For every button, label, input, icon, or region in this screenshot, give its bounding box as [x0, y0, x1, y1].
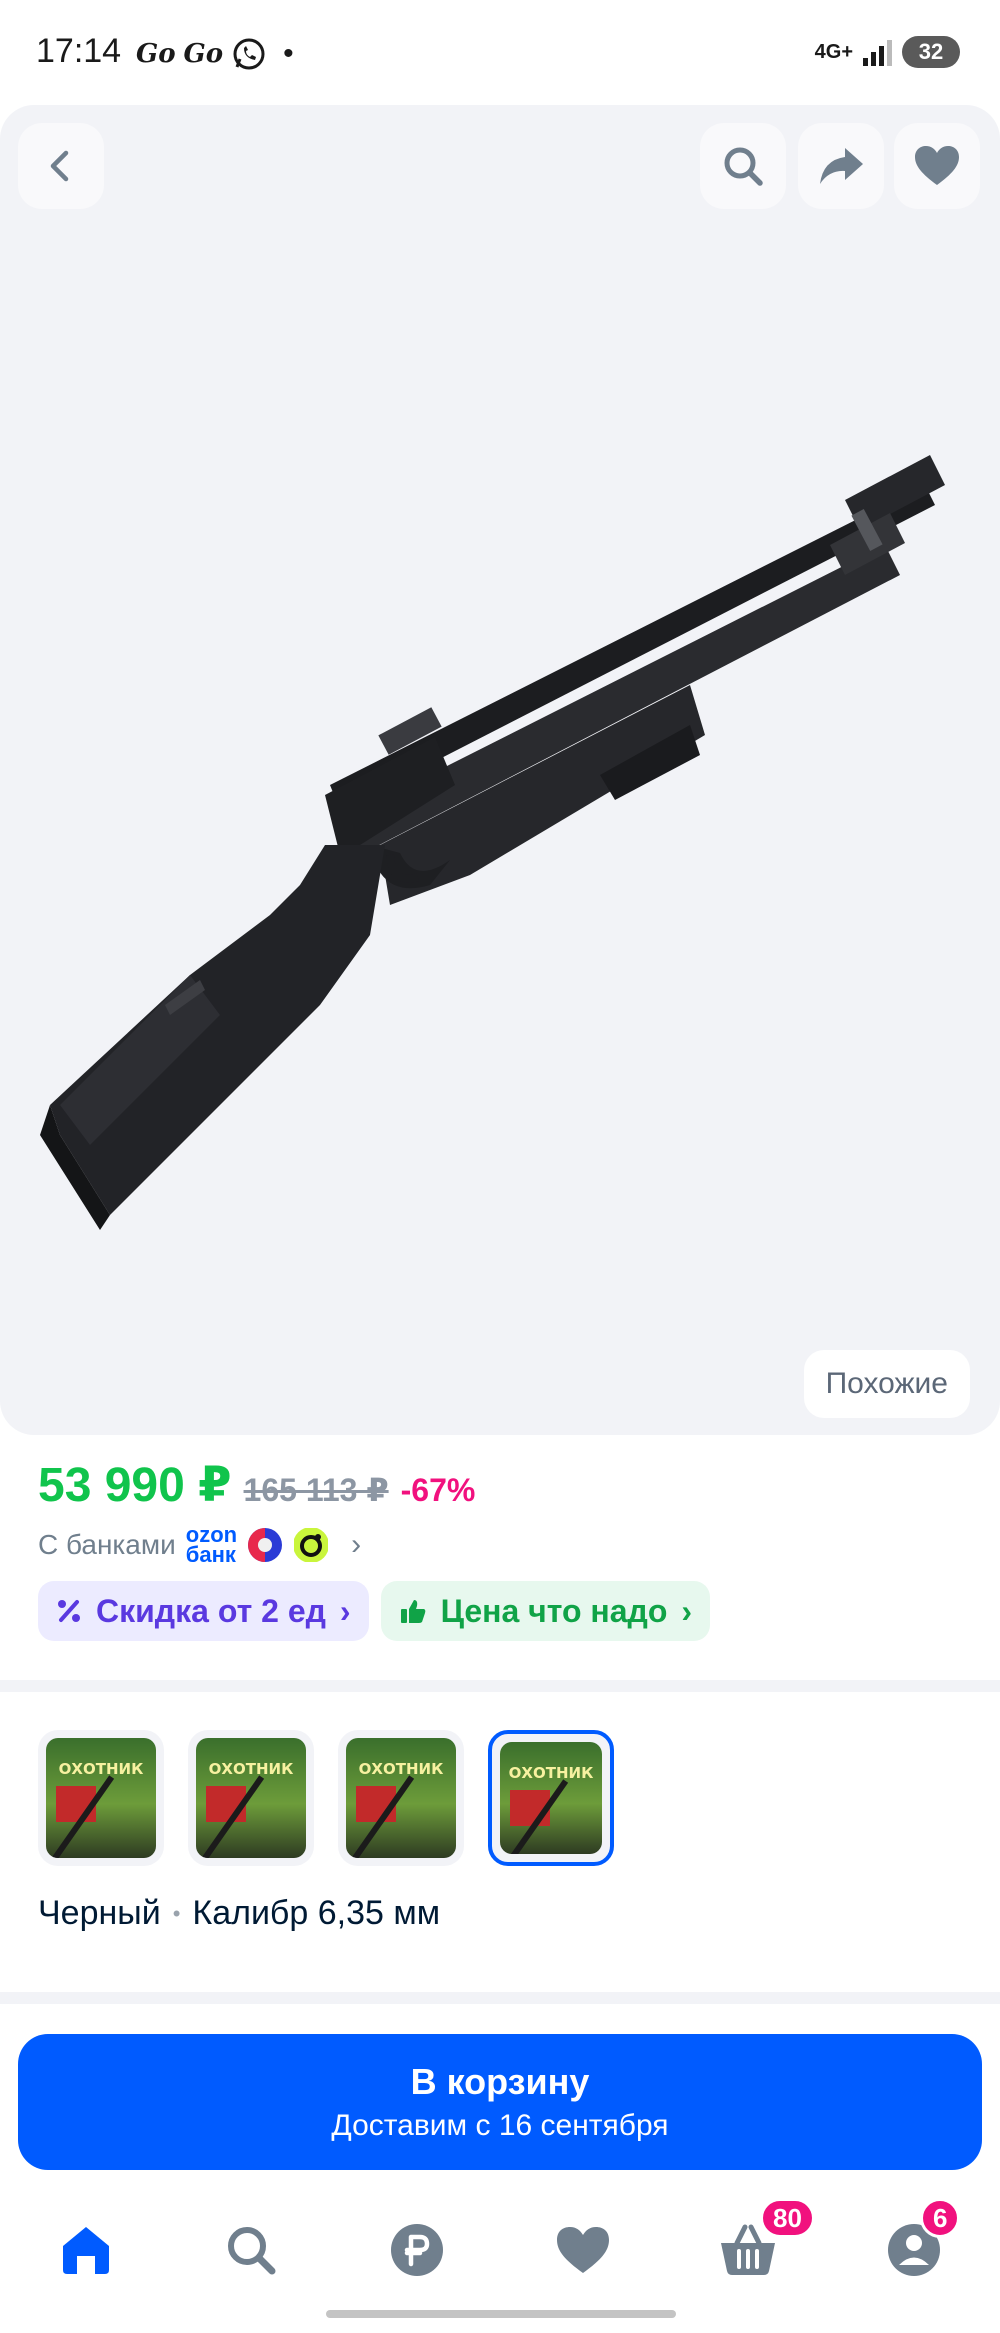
ozon-bank-logo: ozon банк [185, 1524, 237, 1567]
variant-thumbnails: ОХОТНИК ОХОТНИК ОХОТНИК ОХОТНИК [38, 1730, 614, 1866]
variant-thumbnail[interactable]: ОХОТНИК [38, 1730, 164, 1866]
profile-notification-badge: 6 [920, 2198, 961, 2238]
bank-offers-row[interactable]: С банками ozon банк › [38, 1524, 362, 1567]
good-price-label: Цена что надо [440, 1592, 668, 1629]
back-button[interactable] [18, 123, 104, 209]
add-to-cart-button[interactable]: В корзину Доставим с 16 сентября [18, 2034, 982, 2170]
product-image-air-rifle [40, 455, 945, 1230]
ozon-bank-logo-line2: банк [185, 1542, 236, 1567]
variant-thumbnail[interactable]: ОХОТНИК [188, 1730, 314, 1866]
promo-badges: Скидка от 2 ед › Цена что надо › [38, 1581, 711, 1641]
cart-count-badge: 80 [760, 2198, 815, 2238]
chevron-right-icon: › [681, 1592, 693, 1629]
variants-card: ОХОТНИК ОХОТНИК ОХОТНИК ОХОТНИК Черный • [0, 1692, 1000, 1992]
thumbnail-title: ОХОТНИК [58, 1760, 144, 1778]
thumbs-up-icon [400, 1600, 425, 1623]
favorite-button[interactable] [894, 123, 980, 209]
banks-label: С банками [38, 1529, 176, 1560]
nav-home[interactable] [46, 2210, 126, 2290]
nav-profile[interactable]: 6 [874, 2198, 961, 2290]
percent-icon [58, 1600, 80, 1622]
price-row: 53 990 ₽ 165 113 ₽ -67% [38, 1457, 475, 1513]
section-divider [0, 1680, 1000, 1692]
nav-cart[interactable]: 80 [708, 2198, 815, 2290]
chevron-right-icon: › [339, 1592, 351, 1629]
variant-thumbnail-selected[interactable]: ОХОТНИК [488, 1730, 614, 1866]
thumbnail-title: ОХОТНИК [508, 1764, 594, 1782]
nav-catalog-search[interactable] [211, 2210, 291, 2290]
gogo-app-icon: Go [183, 39, 224, 69]
price-card: 53 990 ₽ 165 113 ₽ -67% С банками ozon б… [0, 1435, 1000, 1680]
variant-thumbnail-image: ОХОТНИК [196, 1738, 306, 1858]
delivery-date: Доставим с 16 сентября [331, 2109, 669, 2142]
share-arrow-icon [820, 148, 863, 184]
nav-favorites[interactable] [543, 2210, 623, 2290]
chevron-left-icon [50, 150, 69, 182]
heart-icon [915, 146, 959, 185]
gogo-app-icon: Go [136, 39, 176, 69]
more-notifications-dot: • [283, 37, 294, 70]
home-icon [63, 2227, 109, 2274]
share-button[interactable] [798, 123, 884, 209]
home-indicator [326, 2310, 676, 2318]
ruble-icon [391, 2224, 443, 2276]
search-icon [228, 2227, 276, 2275]
variant-thumbnail[interactable]: ОХОТНИК [338, 1730, 464, 1866]
variant-color: Черный [38, 1894, 161, 1932]
bank-logo-icon [294, 1528, 329, 1562]
nav-finance[interactable] [377, 2210, 457, 2290]
old-price: 165 113 ₽ [243, 1472, 389, 1508]
heart-icon [557, 2227, 609, 2273]
thumbnail-title: ОХОТНИК [208, 1760, 294, 1778]
variant-caliber: Калибр 6,35 мм [192, 1894, 441, 1932]
search-button[interactable] [700, 123, 786, 209]
good-price-badge[interactable]: Цена что надо › [380, 1581, 711, 1641]
selected-variant-description: Черный • Калибр 6,35 мм [38, 1894, 440, 1933]
quantity-discount-label: Скидка от 2 ед [96, 1592, 326, 1629]
chevron-right-icon: › [351, 1528, 362, 1561]
search-icon [724, 147, 763, 186]
status-time: 17:14 [36, 32, 122, 70]
similar-button[interactable]: Похожие [803, 1350, 970, 1418]
variant-thumbnail-image: ОХОТНИК [500, 1742, 602, 1854]
battery-icon: 32 [902, 36, 960, 68]
current-price: 53 990 ₽ [38, 1459, 232, 1512]
signal-icon [863, 38, 892, 66]
status-bar: 17:14 Go Go • 4G+ 32 [0, 0, 1000, 105]
status-notification-icons: Go Go • [136, 36, 294, 72]
network-type: 4G+ [814, 41, 853, 63]
separator-dot: • [172, 1900, 181, 1926]
variant-thumbnail-image: ОХОТНИК [46, 1738, 156, 1858]
section-divider [0, 1992, 1000, 2004]
thumbnail-title: ОХОТНИК [358, 1760, 444, 1778]
quantity-discount-badge[interactable]: Скидка от 2 ед › [38, 1581, 369, 1641]
status-indicators: 4G+ 32 [815, 36, 960, 68]
bank-logo-icon [248, 1528, 283, 1562]
discount-percent: -67% [400, 1472, 476, 1508]
whatsapp-icon [233, 38, 265, 70]
product-gallery[interactable]: Похожие [0, 105, 1000, 1435]
variant-thumbnail-image: ОХОТНИК [346, 1738, 456, 1858]
add-to-cart-label: В корзину [410, 2061, 590, 2102]
